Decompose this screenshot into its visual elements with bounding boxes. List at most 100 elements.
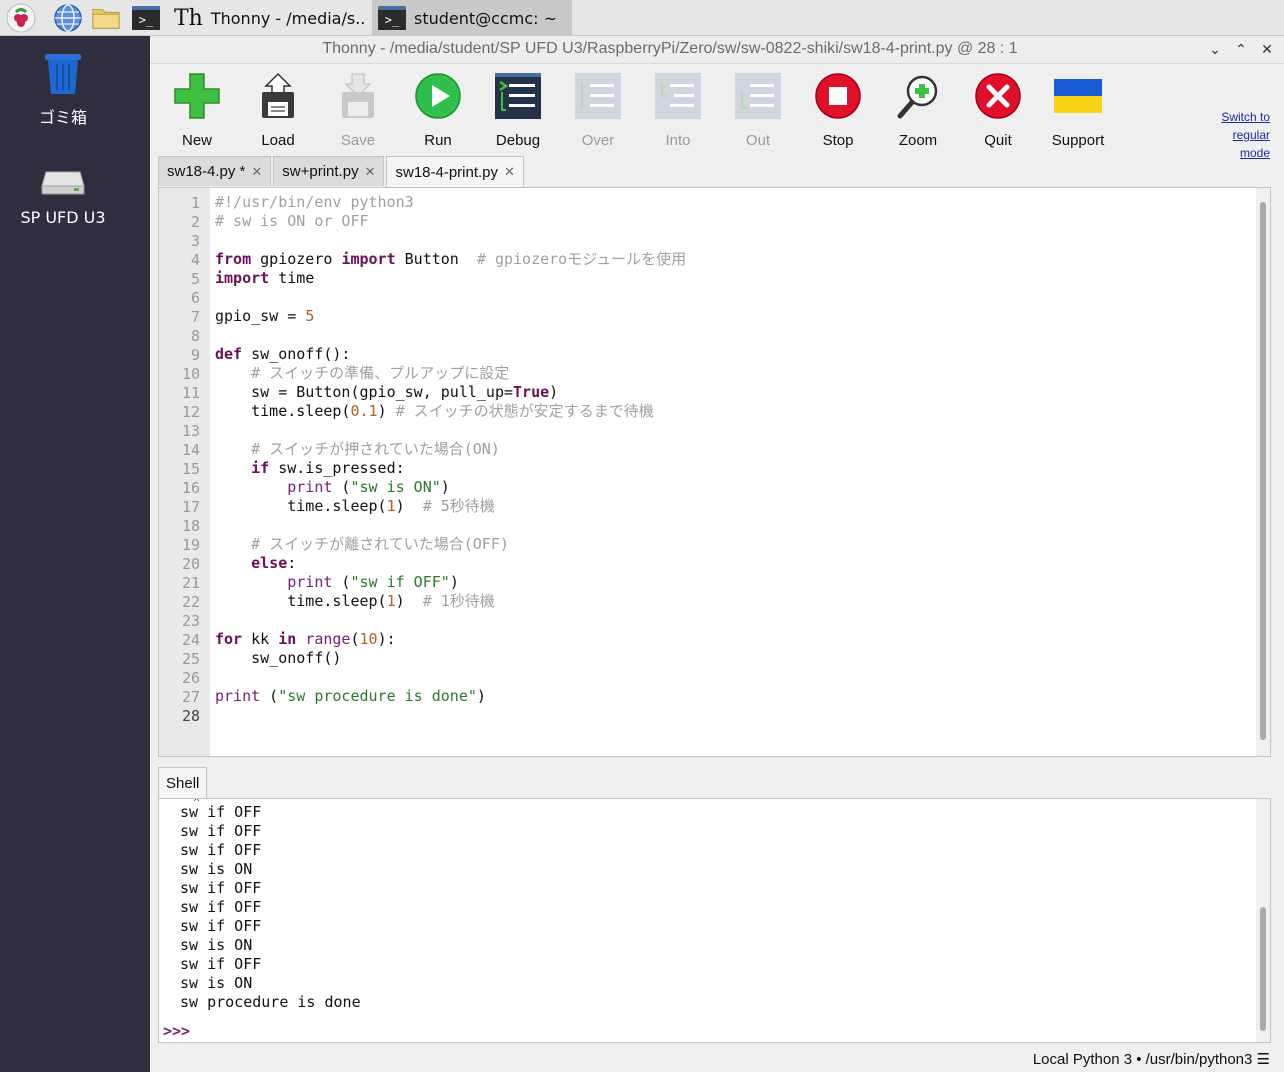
- terminal-launcher-icon[interactable]: >_: [131, 3, 161, 33]
- switch-mode-link[interactable]: Switch to regular mode: [1221, 108, 1270, 162]
- support-button[interactable]: Support: [1038, 70, 1118, 149]
- new-plus-icon: [171, 70, 223, 122]
- code-line[interactable]: if sw.is_pressed:: [215, 459, 405, 478]
- zoom-button[interactable]: Zoom: [878, 70, 958, 149]
- file-manager-folder-icon[interactable]: [91, 3, 121, 33]
- window-titlebar[interactable]: Thonny - /media/student/SP UFD U3/Raspbe…: [150, 36, 1284, 64]
- shell-console[interactable]: ^ sw if OFF sw if OFF sw if OFF sw is ON sw …: [158, 798, 1271, 1043]
- code-line[interactable]: # スイッチの準備、プルアップに設定: [215, 364, 509, 383]
- window-title: Thonny - /media/student/SP UFD U3/Raspbe…: [322, 40, 1018, 57]
- code-line[interactable]: def sw_onoff():: [215, 345, 350, 364]
- line-number: 7: [190, 308, 200, 326]
- taskbar-task-thonny[interactable]: Th Thonny - /media/s..: [174, 0, 370, 36]
- shell-scrollbar[interactable]: [1256, 799, 1270, 1042]
- step-over-button[interactable]: Over: [558, 70, 638, 149]
- shell-output-line: sw if OFF: [180, 879, 262, 897]
- shell-prompt: >>>: [163, 1022, 191, 1040]
- desktop-item-label: ゴミ箱: [38, 108, 87, 127]
- tab-shell[interactable]: Shell: [158, 767, 208, 798]
- run-play-icon: [412, 70, 464, 122]
- shell-output-line: sw is ON: [180, 936, 253, 954]
- code-line[interactable]: print ("sw procedure is done"): [215, 687, 486, 706]
- drive-icon: [41, 171, 85, 195]
- close-window-button[interactable]: ✕: [1256, 39, 1278, 61]
- minimize-button[interactable]: ⌄: [1204, 39, 1226, 61]
- save-floppy-icon: [332, 70, 384, 122]
- line-number: 28: [181, 707, 200, 725]
- step-out-button[interactable]: Out: [718, 70, 798, 149]
- line-number-gutter: 1 2 3 4 5 6 7 8 9 10 11 12 13 14 15 16 17 18 19 20 21 22 23 24 2…: [159, 188, 210, 756]
- desktop-item-drive[interactable]: SP UFD U3: [0, 164, 126, 227]
- line-number: 22: [181, 593, 200, 611]
- load-button[interactable]: Load: [238, 70, 318, 149]
- thonny-icon: Th: [174, 5, 203, 31]
- interpreter-status[interactable]: Local Python 3 • /usr/bin/python3 ☰: [1033, 1050, 1270, 1068]
- code-line[interactable]: sw_onoff(): [215, 649, 341, 668]
- quit-button[interactable]: Quit: [958, 70, 1038, 149]
- code-line[interactable]: else:: [215, 554, 296, 573]
- line-number: 27: [181, 688, 200, 706]
- shell-output-line: sw if OFF: [180, 803, 262, 821]
- terminal-icon: >_: [378, 6, 406, 30]
- editor-scrollbar-thumb[interactable]: [1260, 202, 1266, 740]
- line-number: 26: [181, 669, 200, 687]
- browser-globe-icon[interactable]: [53, 3, 83, 33]
- line-number: 16: [181, 479, 200, 497]
- taskbar-task-label: Thonny - /media/s..: [210, 8, 366, 28]
- desktop-item-trash[interactable]: ゴミ箱: [0, 50, 126, 128]
- load-floppy-icon: [252, 70, 304, 122]
- editor-scrollbar[interactable]: [1256, 188, 1270, 756]
- code-line[interactable]: # スイッチが離されていた場合(OFF): [215, 535, 509, 554]
- line-number: 2: [190, 213, 200, 231]
- shell-output-line: sw if OFF: [180, 841, 262, 859]
- code-line[interactable]: gpio_sw = 5: [215, 307, 314, 326]
- tab-close-icon[interactable]: ✕: [251, 164, 262, 180]
- tab-close-icon[interactable]: ✕: [365, 164, 376, 180]
- shell-output-line: sw if OFF: [180, 917, 262, 935]
- tab-sw-print[interactable]: sw+print.py ✕: [273, 156, 385, 186]
- raspberry-menu-icon[interactable]: [6, 3, 36, 33]
- shell-output-line: sw if OFF: [180, 898, 262, 916]
- shell-output-line: sw is ON: [180, 860, 253, 878]
- code-line[interactable]: sw = Button(gpio_sw, pull_up=True): [215, 383, 558, 402]
- line-number: 24: [181, 631, 200, 649]
- code-line[interactable]: print ("sw is ON"): [215, 478, 450, 497]
- code-line[interactable]: time.sleep(1) # 1秒待機: [215, 592, 495, 611]
- tab-sw18-4[interactable]: sw18-4.py * ✕: [158, 156, 272, 186]
- step-out-icon: [732, 70, 784, 122]
- stop-button[interactable]: Stop: [798, 70, 878, 149]
- tab-close-icon[interactable]: ✕: [504, 164, 515, 180]
- desktop-item-label: SP UFD U3: [20, 208, 106, 227]
- line-number: 5: [190, 270, 200, 288]
- debug-icon: [492, 70, 544, 122]
- maximize-button[interactable]: ⌃: [1230, 39, 1252, 61]
- line-number: 3: [190, 232, 200, 250]
- code-editor[interactable]: 1 2 3 4 5 6 7 8 9 10 11 12 13 14 15 16 17 18 19 20 21 22 23 24 2…: [158, 187, 1271, 757]
- step-over-icon: [572, 70, 624, 122]
- debug-button[interactable]: Debug: [478, 70, 558, 149]
- tab-sw18-4-print[interactable]: sw18-4-print.py ✕: [386, 156, 524, 187]
- save-button[interactable]: Save: [318, 70, 398, 149]
- code-line[interactable]: from gpiozero import Button # gpiozeroモジ…: [215, 250, 686, 269]
- shell-output-line: sw if OFF: [180, 955, 262, 973]
- step-into-button[interactable]: Into: [638, 70, 718, 149]
- line-number: 11: [181, 384, 200, 402]
- new-button[interactable]: New: [157, 70, 237, 149]
- code-line[interactable]: print ("sw if OFF"): [215, 573, 459, 592]
- run-button[interactable]: Run: [398, 70, 478, 149]
- code-line[interactable]: import time: [215, 269, 314, 288]
- quit-x-icon: [972, 70, 1024, 122]
- code-area[interactable]: #!/usr/bin/env python3 # sw is ON or OFF f…: [215, 188, 1256, 756]
- line-number: 4: [190, 251, 200, 269]
- code-line[interactable]: # sw is ON or OFF: [215, 212, 369, 231]
- line-number: 6: [190, 289, 200, 307]
- shell-scrollbar-thumb[interactable]: [1260, 907, 1266, 1031]
- desktop: ゴミ箱 SP UFD U3: [0, 36, 150, 1072]
- code-line[interactable]: time.sleep(0.1) # スイッチの状態が安定するまで待機: [215, 402, 654, 421]
- code-line[interactable]: #!/usr/bin/env python3: [215, 193, 414, 212]
- taskbar-task-terminal[interactable]: >_ student@ccmc: ~: [372, 0, 572, 36]
- code-line[interactable]: for kk in range(10):: [215, 630, 396, 649]
- code-line[interactable]: time.sleep(1) # 5秒待機: [215, 497, 495, 516]
- code-line[interactable]: # スイッチが押されていた場合(ON): [215, 440, 500, 459]
- ukraine-flag-icon: [1052, 70, 1104, 122]
